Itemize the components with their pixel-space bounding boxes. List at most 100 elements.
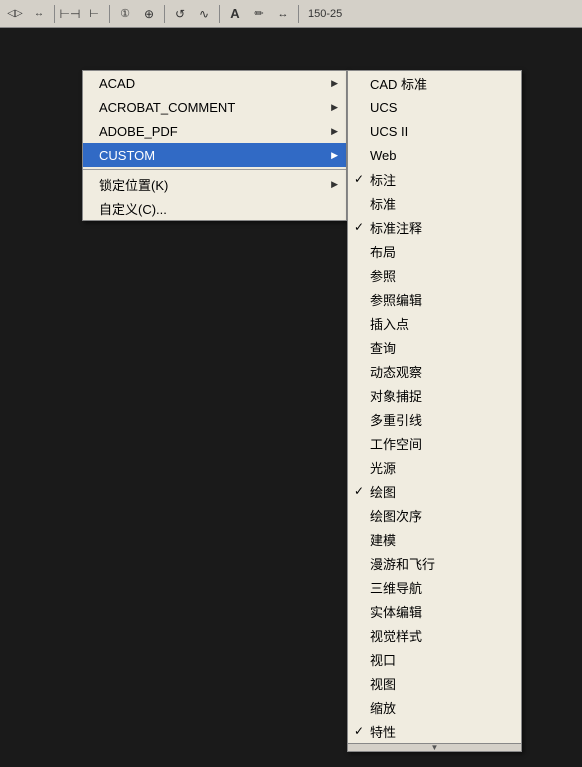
menu-item-ucs-ii-label: UCS II [370,124,408,139]
menu-item-shikou[interactable]: 视口 [348,647,521,671]
menu-item-sanwei-daohang-label: 三维导航 [370,578,422,597]
toolbar-btn-circle-plus[interactable]: ⊕ [138,3,160,25]
menu-item-ucs[interactable]: UCS [348,95,521,119]
toolbar-btn-text[interactable]: A [224,3,246,25]
menu-item-duixiang-buzuo[interactable]: 对象捕捉 [348,383,521,407]
menu-item-shiti-bianji-label: 实体编辑 [370,602,422,621]
checkmark-huitu: ✓ [354,484,364,498]
toolbar-sep-4 [219,5,220,23]
menu-item-biaozhun-zhushi[interactable]: ✓ 标准注释 [348,215,521,239]
menu-item-duochong-yinxian-label: 多重引线 [370,410,422,429]
menu-item-cad-standard[interactable]: CAD 标准 [348,71,521,95]
primary-menu-separator [83,169,346,170]
menu-item-duochong-yinxian[interactable]: 多重引线 [348,407,521,431]
menu-item-sanwei-daohang[interactable]: 三维导航 [348,575,521,599]
menu-item-custom-arrow: ▶ [331,150,338,161]
menu-item-huitu-cixu-label: 绘图次序 [370,506,422,525]
menu-item-buju[interactable]: 布局 [348,239,521,263]
menu-item-chaxun-label: 查询 [370,338,396,357]
menu-item-gongzuo-kongjian-label: 工作空间 [370,434,422,453]
menu-item-adobe-pdf-arrow: ▶ [331,126,338,137]
menu-item-lock-position[interactable]: 锁定位置(K) ▶ [83,172,346,196]
menu-item-ucs-label: UCS [370,100,397,115]
menu-item-web-label: Web [370,148,397,163]
menu-item-suofang[interactable]: 缩放 [348,695,521,719]
toolbar-counter: 150-25 [303,3,347,25]
menu-item-jianmo[interactable]: 建模 [348,527,521,551]
menu-item-biaozhun[interactable]: 标准 [348,191,521,215]
menu-item-acad-label: ACAD [99,76,135,91]
menu-item-biaozhun-label: 标准 [370,194,396,213]
menu-item-guangyuan[interactable]: 光源 [348,455,521,479]
toolbar-btn-arrow-left[interactable]: ◁▷ [4,3,26,25]
menu-item-texing-label: 特性 [370,722,396,741]
menu-item-manyou-feixing-label: 漫游和飞行 [370,554,435,573]
menu-item-jianmo-label: 建模 [370,530,396,549]
menu-item-shitu[interactable]: 视图 [348,671,521,695]
toolbar-btn-gauge[interactable]: ⊢ [83,3,105,25]
menu-item-charudio[interactable]: 插入点 [348,311,521,335]
menu-item-duixiang-buzuo-label: 对象捕捉 [370,386,422,405]
toolbar-sep-2 [109,5,110,23]
toolbar-btn-pencil[interactable]: ✏ [248,3,270,25]
menu-item-acrobat-comment[interactable]: ACROBAT_COMMENT ▶ [83,95,346,119]
toolbar-btn-refresh[interactable]: ↺ [169,3,191,25]
menu-item-charudio-label: 插入点 [370,314,409,333]
toolbar-btn-double-arrow[interactable]: ↔ [272,3,294,25]
menu-item-suofang-label: 缩放 [370,698,396,717]
menu-item-canzhao-bianji[interactable]: 参照编辑 [348,287,521,311]
toolbar-sep-1 [54,5,55,23]
menu-item-canzhao-bianji-label: 参照编辑 [370,290,422,309]
menu-item-acrobat-comment-label: ACROBAT_COMMENT [99,100,235,115]
menu-item-texing[interactable]: ✓ 特性 [348,719,521,743]
menu-item-lock-position-arrow: ▶ [331,179,338,190]
menu-item-manyou-feixing[interactable]: 漫游和飞行 [348,551,521,575]
secondary-menu-scroll-bottom[interactable]: ▼ [348,743,521,751]
menu-item-shijue-yangshi-label: 视觉样式 [370,626,422,645]
checkmark-texing: ✓ [354,724,364,738]
toolbar-btn-measure[interactable]: ⊢⊣ [59,3,81,25]
menu-item-adobe-pdf[interactable]: ADOBE_PDF ▶ [83,119,346,143]
menu-item-biaozhu-label: 标注 [370,170,396,189]
menu-item-adobe-pdf-label: ADOBE_PDF [99,124,178,139]
toolbar-sep-3 [164,5,165,23]
menu-item-shikou-label: 视口 [370,650,396,669]
menu-item-custom-label: CUSTOM [99,148,155,163]
menu-item-huitu-cixu[interactable]: 绘图次序 [348,503,521,527]
toolbar-btn-h-arrow[interactable]: ↔ [28,3,50,25]
menu-item-dongtai-guancha[interactable]: 动态观察 [348,359,521,383]
toolbar: ◁▷ ↔ ⊢⊣ ⊢ ① ⊕ ↺ ∿ A ✏ ↔ 150-25 [0,0,582,28]
menu-item-guangyuan-label: 光源 [370,458,396,477]
toolbar-btn-circle1[interactable]: ① [114,3,136,25]
primary-menu: ACAD ▶ ACROBAT_COMMENT ▶ ADOBE_PDF ▶ CUS… [82,70,347,221]
menu-item-canzhao[interactable]: 参照 [348,263,521,287]
menu-item-customize-label: 自定义(C)... [99,199,167,218]
menu-item-custom[interactable]: CUSTOM ▶ [83,143,346,167]
checkmark-biaozhun-zhushi: ✓ [354,220,364,234]
menu-item-lock-position-label: 锁定位置(K) [99,175,168,194]
toolbar-sep-5 [298,5,299,23]
menu-item-canzhao-label: 参照 [370,266,396,285]
menu-item-biaozhun-zhushi-label: 标准注释 [370,218,422,237]
menu-item-buju-label: 布局 [370,242,396,261]
menu-item-huitu[interactable]: ✓ 绘图 [348,479,521,503]
menu-item-gongzuo-kongjian[interactable]: 工作空间 [348,431,521,455]
menu-item-shijue-yangshi[interactable]: 视觉样式 [348,623,521,647]
menu-item-shiti-bianji[interactable]: 实体编辑 [348,599,521,623]
secondary-menu: CAD 标准 UCS UCS II Web ✓ 标注 标准 ✓ 标准注释 布局 … [347,70,522,752]
menu-item-web[interactable]: Web [348,143,521,167]
main-area: ACAD ▶ ACROBAT_COMMENT ▶ ADOBE_PDF ▶ CUS… [0,28,582,767]
toolbar-btn-wave[interactable]: ∿ [193,3,215,25]
menu-item-acrobat-comment-arrow: ▶ [331,102,338,113]
menu-item-huitu-label: 绘图 [370,482,396,501]
menu-item-cad-standard-label: CAD 标准 [370,74,427,93]
scroll-down-indicator: ▼ [431,743,439,752]
menu-item-biaozhu[interactable]: ✓ 标注 [348,167,521,191]
menu-item-shitu-label: 视图 [370,674,396,693]
menu-item-ucs-ii[interactable]: UCS II [348,119,521,143]
menu-item-acad-arrow: ▶ [331,78,338,89]
menu-item-acad[interactable]: ACAD ▶ [83,71,346,95]
menu-item-chaxun[interactable]: 查询 [348,335,521,359]
menu-item-customize[interactable]: 自定义(C)... [83,196,346,220]
menu-item-dongtai-guancha-label: 动态观察 [370,362,422,381]
